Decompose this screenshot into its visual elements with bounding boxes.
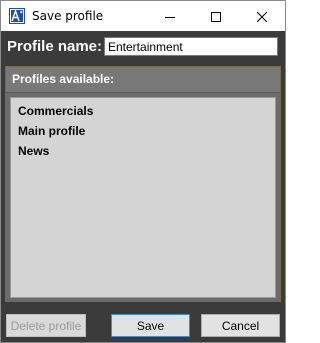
profiles-panel: Profiles available: Commercials Main pro… <box>5 66 281 302</box>
profiles-list[interactable]: Commercials Main profile News <box>10 97 276 298</box>
minimize-icon <box>165 7 175 26</box>
dialog-body: Profile name: Profiles available: Commer… <box>1 31 285 342</box>
profiles-header: Profiles available: <box>6 67 280 93</box>
profile-name-label: Profile name: <box>7 38 103 55</box>
close-icon <box>256 7 268 26</box>
save-button[interactable]: Save <box>111 314 190 337</box>
maximize-button[interactable] <box>193 1 239 31</box>
list-item[interactable]: Main profile <box>11 121 275 141</box>
close-button[interactable] <box>239 1 285 31</box>
window-title: Save profile <box>32 9 104 23</box>
profile-name-input[interactable] <box>104 37 278 56</box>
list-item[interactable]: News <box>11 141 275 161</box>
title-bar: Save profile <box>1 1 285 31</box>
delete-profile-button[interactable]: Delete profile <box>6 314 86 337</box>
list-item[interactable]: Commercials <box>11 101 275 121</box>
minimize-button[interactable] <box>147 1 193 31</box>
save-profile-dialog: Save profile Profile name: Profiles avai… <box>0 0 286 343</box>
profiles-header-label: Profiles available: <box>12 72 115 86</box>
cancel-button[interactable]: Cancel <box>201 314 280 337</box>
maximize-icon <box>211 7 221 26</box>
app-icon <box>9 8 25 24</box>
